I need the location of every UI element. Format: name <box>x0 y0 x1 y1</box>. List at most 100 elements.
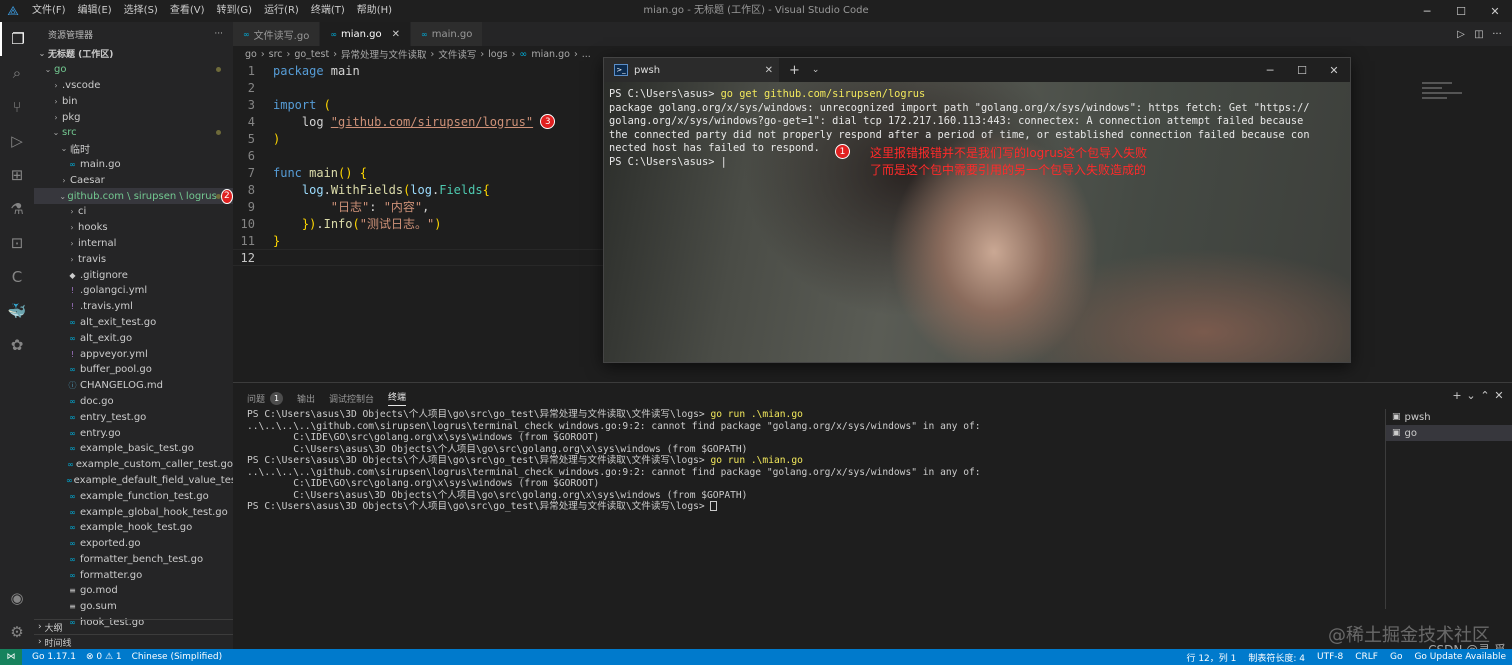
tree-item[interactable]: ! appveyor.yml <box>34 346 233 362</box>
tab-mian-go[interactable]: ∞ mian.go ✕ <box>320 22 412 46</box>
tab-problems[interactable]: 问题 1 <box>247 391 284 405</box>
terminal-item-go[interactable]: ▣ go <box>1386 425 1512 441</box>
tree-item[interactable]: ∞ formatter.go <box>34 567 233 583</box>
menu-go[interactable]: 转到(G) <box>211 0 259 22</box>
split-editor-icon[interactable]: ◫ <box>1470 29 1488 40</box>
codeium-icon[interactable]: C <box>0 260 34 294</box>
close-tab-icon[interactable]: ✕ <box>392 29 400 40</box>
encoding[interactable]: UTF-8 <box>1317 652 1343 662</box>
integrated-terminal[interactable]: PS C:\Users\asus\3D Objects\个人项目\go\src\… <box>247 409 981 513</box>
tree-item[interactable]: ⌄ src <box>34 125 233 141</box>
tree-item[interactable]: › ci <box>34 204 233 220</box>
remote-icon[interactable]: ⋈ <box>0 649 22 665</box>
timeline-section[interactable]: › 时间线 <box>34 634 233 649</box>
go-update[interactable]: Go Update Available <box>1414 652 1506 662</box>
minimap[interactable] <box>1422 82 1482 122</box>
new-tab-icon[interactable]: + <box>789 63 800 78</box>
menu-edit[interactable]: 编辑(E) <box>72 0 118 22</box>
manage-gear-icon[interactable]: ⚙ <box>0 615 34 649</box>
tree-item[interactable]: ⌄ github.com \ sirupsen \ logrus 2 <box>34 188 233 204</box>
close-panel-icon[interactable]: ✕ <box>1492 389 1506 402</box>
explorer-icon[interactable]: ❐ <box>0 22 34 56</box>
tree-item[interactable]: ≡ go.mod <box>34 583 233 599</box>
chevron-down-icon[interactable]: ⌄ <box>1464 389 1478 402</box>
tree-item[interactable]: ⌄ go <box>34 62 233 78</box>
tree-item[interactable]: ∞ main.go <box>34 157 233 173</box>
breadcrumb-item[interactable]: mian.go <box>531 49 570 60</box>
tree-item[interactable]: ∞ example_hook_test.go <box>34 520 233 536</box>
tab-size[interactable]: 制表符长度: 4 <box>1248 651 1305 664</box>
remote-explorer-icon[interactable]: ⊡ <box>0 226 34 260</box>
language-pack[interactable]: Chinese (Simplified) <box>132 652 222 662</box>
tab-debug-console[interactable]: 调试控制台 <box>329 392 374 405</box>
tree-item[interactable]: ∞ example_custom_caller_test.go <box>34 457 233 473</box>
breadcrumb-item[interactable]: go_test <box>294 49 329 60</box>
menu-selection[interactable]: 选择(S) <box>118 0 164 22</box>
menu-run[interactable]: 运行(R) <box>258 0 305 22</box>
docker-icon[interactable]: 🐳 <box>0 294 34 328</box>
tree-item[interactable]: ⌄ 临时 <box>34 141 233 157</box>
tree-item[interactable]: › hooks <box>34 220 233 236</box>
tree-item[interactable]: ∞ entry.go <box>34 425 233 441</box>
tab-main-go[interactable]: ∞ main.go <box>411 22 484 46</box>
maximize-icon[interactable]: ☐ <box>1286 58 1318 82</box>
close-icon[interactable]: ✕ <box>1318 58 1350 82</box>
tree-item[interactable]: ∞ example_global_hook_test.go <box>34 504 233 520</box>
extensions-icon[interactable]: ⊞ <box>0 158 34 192</box>
outline-section[interactable]: › 大纲 <box>34 619 233 634</box>
tree-item[interactable]: › pkg <box>34 109 233 125</box>
breadcrumb-item[interactable]: go <box>245 49 257 60</box>
breadcrumb-item[interactable]: logs <box>488 49 507 60</box>
tree-item[interactable]: ∞ alt_exit.go <box>34 330 233 346</box>
tree-item[interactable]: ∞ buffer_pool.go <box>34 362 233 378</box>
tree-item[interactable]: ∞ example_function_test.go <box>34 488 233 504</box>
language-mode[interactable]: Go <box>1390 652 1402 662</box>
tree-item[interactable]: › bin <box>34 93 233 109</box>
chevron-down-icon[interactable]: ⌄ <box>812 65 820 75</box>
maximize-panel-icon[interactable]: ⌃ <box>1478 389 1492 402</box>
maximize-icon[interactable]: ☐ <box>1444 0 1478 22</box>
tree-item[interactable]: ∞ formatter_bench_test.go <box>34 552 233 568</box>
minimize-icon[interactable]: ─ <box>1254 58 1286 82</box>
tab-file-rw[interactable]: ∞ 文件读写.go <box>233 22 321 46</box>
workspace-root[interactable]: ⌄ 无标题 (工作区) <box>34 46 233 62</box>
tree-item[interactable]: ∞ alt_exit_test.go <box>34 315 233 331</box>
python-icon[interactable]: ✿ <box>0 328 34 362</box>
close-tab-icon[interactable]: ✕ <box>765 65 773 76</box>
tab-terminal[interactable]: 终端 <box>388 390 407 406</box>
close-icon[interactable]: ✕ <box>1478 0 1512 22</box>
tree-item[interactable]: ∞ example_basic_test.go <box>34 441 233 457</box>
search-icon[interactable]: ⌕ <box>0 56 34 90</box>
run-debug-icon[interactable]: ▷ <box>0 124 34 158</box>
tree-item[interactable]: ! .golangci.yml <box>34 283 233 299</box>
source-control-icon[interactable]: ⑂ <box>0 90 34 124</box>
cursor-position[interactable]: 行 12，列 1 <box>1186 651 1236 664</box>
go-version[interactable]: Go 1.17.1 <box>32 652 76 662</box>
code-editor[interactable]: 1 package main 2 3 import ( 4 log "github.… <box>233 62 603 266</box>
tree-item[interactable]: › travis <box>34 251 233 267</box>
tree-item[interactable]: ⓘ CHANGELOG.md <box>34 378 233 394</box>
tree-item[interactable]: ∞example_default_field_value_test.go <box>34 473 233 489</box>
terminal-body[interactable]: PS C:\Users\asus> go get github.com/siru… <box>604 82 1350 362</box>
tree-item[interactable]: ∞ exported.go <box>34 536 233 552</box>
tree-item[interactable]: › .vscode <box>34 78 233 94</box>
new-terminal-icon[interactable]: + <box>1450 389 1464 402</box>
minimize-icon[interactable]: ─ <box>1410 0 1444 22</box>
more-actions-icon[interactable]: ··· <box>214 29 223 39</box>
menu-view[interactable]: 查看(V) <box>164 0 211 22</box>
tab-output[interactable]: 输出 <box>297 392 315 405</box>
breadcrumb-item[interactable]: 异常处理与文件读取 <box>341 47 427 61</box>
pwsh-tab[interactable]: >_ pwsh ✕ <box>604 58 779 82</box>
tree-item[interactable]: ∞ doc.go <box>34 394 233 410</box>
eol[interactable]: CRLF <box>1355 652 1378 662</box>
tree-item[interactable]: › Caesar <box>34 172 233 188</box>
menu-terminal[interactable]: 终端(T) <box>305 0 351 22</box>
account-icon[interactable]: ◉ <box>0 581 34 615</box>
tree-item[interactable]: ∞ entry_test.go <box>34 409 233 425</box>
menu-file[interactable]: 文件(F) <box>26 0 72 22</box>
breadcrumb-item[interactable]: ... <box>582 49 591 60</box>
testing-icon[interactable]: ⚗ <box>0 192 34 226</box>
editor-more-icon[interactable]: ··· <box>1488 29 1506 40</box>
breadcrumb-item[interactable]: src <box>269 49 283 60</box>
tree-item[interactable]: ◆ .gitignore <box>34 267 233 283</box>
